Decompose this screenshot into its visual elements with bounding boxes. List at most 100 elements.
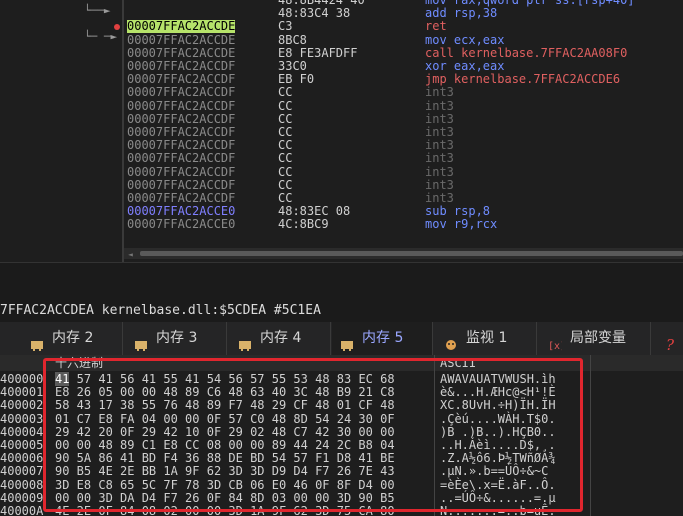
address-info-text: 7FFAC2ACCDEA kernelbase.dll:$5CDEA #5C1E… xyxy=(0,303,321,318)
disasm-row[interactable]: 00007FFAC2ACCDE 8BC8 mov ecx,eax xyxy=(0,32,683,47)
instruction-bytes: CC xyxy=(278,85,293,100)
scrollbar-thumb[interactable] xyxy=(140,251,683,256)
instruction-address[interactable]: 00007FFAC2ACCDF xyxy=(127,99,235,113)
bottom-tab-bar: 内存 2 内存 3 内存 4 内存 5 监视 1 [x] 局部变量 ? xyxy=(0,322,683,357)
tab-watch-1[interactable]: 监视 1 xyxy=(436,322,537,355)
horizontal-scrollbar[interactable]: ◄ xyxy=(124,248,683,259)
instruction-bytes: 4C:8BC9 xyxy=(278,217,329,232)
dump-address[interactable]: 40000A xyxy=(0,505,44,516)
instruction-bytes: EB F0 xyxy=(278,72,315,87)
disasm-row[interactable]: 00007FFAC2ACCDF EB F0 jmp kernelbase.7FFAC… xyxy=(0,73,683,86)
instruction-bytes: 8BC8 xyxy=(278,32,307,47)
instruction-text: int3 xyxy=(425,125,454,139)
instruction-bytes: CC xyxy=(278,138,293,153)
instruction-address[interactable]: 00007FFAC2ACCDF xyxy=(127,112,235,126)
instruction-address[interactable]: 00007FFAC2ACCDF xyxy=(127,60,235,73)
disasm-row[interactable]: 00007FFAC2ACCDF CC int3 xyxy=(0,98,683,113)
instruction-text: int3 xyxy=(425,164,454,179)
dump-address[interactable]: 400007 xyxy=(0,465,44,478)
watch-icon xyxy=(444,331,458,350)
instruction-text: int3 xyxy=(425,85,454,100)
instruction-address[interactable]: 00007FFAC2ACCDF xyxy=(127,192,235,205)
instruction-address[interactable]: 00007FFAC2ACCE0 xyxy=(127,205,235,218)
instruction-bytes: C3 xyxy=(278,19,293,34)
tab-memory-2[interactable]: 内存 2 xyxy=(22,322,123,355)
dump-address[interactable]: 400003 xyxy=(0,413,44,426)
highlight-annotation-box xyxy=(43,358,583,512)
instruction-bytes: CC xyxy=(278,125,293,139)
instruction-bytes: 48:83C4 38 xyxy=(278,6,351,21)
scroll-left-icon[interactable]: ◄ xyxy=(128,250,133,259)
instruction-text: sub rsp,8 xyxy=(425,204,491,219)
instruction-address[interactable]: 00007FFAC2ACCDF xyxy=(127,126,235,139)
instruction-address[interactable]: 00007FFAC2ACCDF xyxy=(127,73,235,86)
instruction-address[interactable]: 00007FFAC2ACCDE xyxy=(127,46,235,60)
dump-address[interactable]: 400006 xyxy=(0,452,44,465)
instruction-bytes: CC xyxy=(278,151,293,166)
instruction-text: ret xyxy=(425,19,447,34)
instruction-text: xor eax,eax xyxy=(425,59,505,73)
instruction-address[interactable]: 00007FFAC2ACCDF xyxy=(127,139,235,152)
dump-address[interactable]: 400005 xyxy=(0,439,44,452)
italic-query-icon: ? xyxy=(664,331,678,354)
tab-memory-3[interactable]: 内存 3 xyxy=(126,322,227,355)
instruction-text: int3 xyxy=(425,111,454,126)
disasm-row[interactable]: 00007FFAC2ACCDE E8 FE3AFDFF call kernelbas… xyxy=(0,45,683,60)
memory-icon xyxy=(134,331,148,351)
instruction-bytes: E8 FE3AFDFF xyxy=(278,45,358,60)
tab-local-variables[interactable]: [x] 局部变量 xyxy=(540,322,651,355)
instruction-text: int3 xyxy=(425,177,454,192)
instruction-bytes: CC xyxy=(278,98,293,113)
disasm-row[interactable]: 48:83C4 38 add rsp,38 xyxy=(0,7,683,20)
svg-text:?: ? xyxy=(666,337,675,351)
disasm-row[interactable]: 00007FFAC2ACCDF CC int3 xyxy=(0,152,683,165)
dump-address[interactable]: 400000 xyxy=(0,373,44,386)
instruction-text: call kernelbase.7FFAC2AA08F0 xyxy=(425,45,628,60)
disasm-row[interactable]: 00007FFAC2ACCE0 48:83EC 08 sub rsp,8 xyxy=(0,205,683,218)
instruction-bytes: CC xyxy=(278,177,293,192)
disasm-row[interactable]: 00007FFAC2ACCDF CC int3 xyxy=(0,111,683,126)
info-bar: 7FFAC2ACCDEA kernelbase.dll:$5CDEA #5C1E… xyxy=(0,262,683,323)
dump-address[interactable]: 400002 xyxy=(0,399,44,412)
disasm-row[interactable]: 00007FFAC2ACCDE C3 ret xyxy=(0,19,683,34)
instruction-text: jmp kernelbase.7FFAC2ACCDE6 xyxy=(425,72,621,87)
instruction-address[interactable]: 00007FFAC2ACCDF xyxy=(127,165,235,179)
tab-more[interactable]: ? xyxy=(654,322,683,355)
memory-icon xyxy=(340,331,354,351)
variable-icon: [x] xyxy=(548,331,566,352)
disasm-row[interactable]: 00007FFAC2ACCDF 33C0 xor eax,eax xyxy=(0,60,683,73)
disassembly-pane[interactable]: └──► └─ ─► 48:8B4424 40 mov rax,qword ptr… xyxy=(0,0,683,262)
dump-address[interactable]: 400008 xyxy=(0,479,44,492)
memory-icon xyxy=(238,331,252,351)
instruction-bytes: CC xyxy=(278,164,293,179)
disasm-row[interactable]: 00007FFAC2ACCDF CC int3 xyxy=(0,192,683,205)
instruction-bytes: 33C0 xyxy=(278,59,307,73)
instruction-address[interactable]: 00007FFAC2ACCDF xyxy=(127,152,235,165)
instruction-address[interactable]: 00007FFAC2ACCE0 xyxy=(127,218,235,231)
svg-text:[x]: [x] xyxy=(548,341,562,351)
instruction-text: int3 xyxy=(425,191,454,205)
disasm-row[interactable]: 00007FFAC2ACCDF CC int3 xyxy=(0,126,683,139)
tab-memory-4[interactable]: 内存 4 xyxy=(230,322,331,355)
disasm-row[interactable]: 00007FFAC2ACCDF CC int3 xyxy=(0,139,683,152)
instruction-bytes: CC xyxy=(278,111,293,126)
instruction-text: add rsp,38 xyxy=(425,6,498,21)
disasm-row[interactable]: 00007FFAC2ACCDF CC int3 xyxy=(0,177,683,192)
instruction-address[interactable]: 00007FFAC2ACCDE xyxy=(127,33,235,47)
instruction-address[interactable]: 00007FFAC2ACCDF xyxy=(127,86,235,99)
instruction-address[interactable]: 00007FFAC2ACCDE xyxy=(127,20,236,34)
dump-address[interactable]: 400001 xyxy=(0,386,44,399)
instruction-bytes: 48:83EC 08 xyxy=(278,204,351,219)
instruction-text: int3 xyxy=(425,138,454,153)
tab-memory-5[interactable]: 内存 5 xyxy=(332,322,433,357)
instruction-address[interactable]: 00007FFAC2ACCDF xyxy=(127,178,235,192)
instruction-bytes: CC xyxy=(278,191,293,205)
instruction-text: mov r9,rcx xyxy=(425,217,498,232)
memory-icon xyxy=(30,331,44,351)
instruction-text: int3 xyxy=(425,98,454,113)
disasm-row[interactable]: 00007FFAC2ACCE0 4C:8BC9 mov r9,rcx xyxy=(0,218,683,231)
disasm-row[interactable]: 00007FFAC2ACCDF CC int3 xyxy=(0,164,683,179)
dump-address[interactable]: 400004 xyxy=(0,426,44,439)
disasm-row[interactable]: 00007FFAC2ACCDF CC int3 xyxy=(0,86,683,99)
dump-address[interactable]: 400009 xyxy=(0,492,44,505)
